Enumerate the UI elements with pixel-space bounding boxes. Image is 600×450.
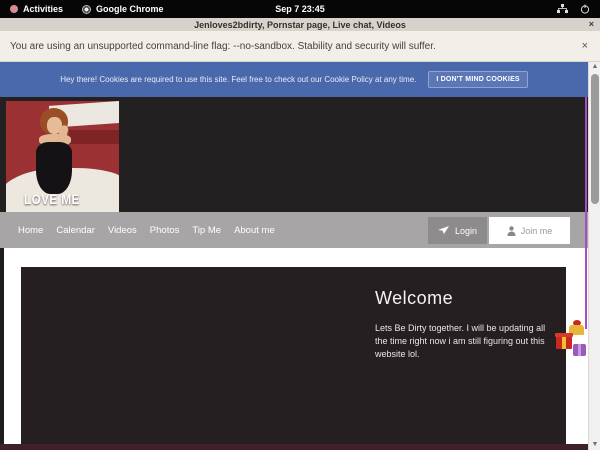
scrollbar-down-icon[interactable]: ▼ [589,440,600,450]
scrollbar-up-icon[interactable]: ▲ [589,62,600,72]
gift-red-icon [556,335,572,349]
welcome-title: Welcome [375,288,453,309]
page-footer-bar [0,444,588,450]
window-title: Jenloves2bdirty, Pornstar page, Live cha… [194,20,406,30]
user-icon [507,226,516,236]
login-arrow-icon [438,226,450,235]
window-title-bar: Jenloves2bdirty, Pornstar page, Live cha… [0,18,600,31]
nav-item-photos[interactable]: Photos [150,225,180,236]
gift-string [585,97,587,329]
join-me-label: Join me [521,226,553,236]
photo-model-corset [36,142,72,194]
nav-items: Home Calendar Videos Photos Tip Me About… [0,225,275,236]
cookie-message: Hey there! Cookies are required to use t… [60,75,416,84]
activities-button[interactable]: Activities [23,4,63,14]
hero-photo: LOVE ME [6,101,119,212]
photo-caption: LOVE ME [24,191,80,207]
nav-item-videos[interactable]: Videos [108,225,137,236]
system-top-bar: Activities Google Chrome Sep 7 23:45 [0,0,600,18]
page-left-edge [0,248,4,450]
login-label: Login [455,226,477,236]
activities-indicator-icon [10,5,18,13]
nav-item-home[interactable]: Home [18,225,43,236]
cookie-accept-button[interactable]: I DON'T MIND COOKIES [428,71,527,88]
scrollbar[interactable]: ▲ ▼ [588,62,600,450]
nav-item-calendar[interactable]: Calendar [56,225,95,236]
active-app-menu[interactable]: Google Chrome [96,4,164,14]
window-close-icon[interactable]: × [589,18,594,31]
power-icon[interactable] [580,4,590,14]
nav-item-tip-me[interactable]: Tip Me [192,225,221,236]
welcome-text: Lets Be Dirty together. I will be updati… [375,322,551,361]
cookie-consent-bar: Hey there! Cookies are required to use t… [0,62,588,97]
login-button[interactable]: Login [428,217,487,244]
gift-purple-icon [573,344,586,356]
warning-close-icon[interactable]: × [582,40,588,52]
warning-message: You are using an unsupported command-lin… [10,41,436,52]
photo-shelf [69,130,119,144]
join-me-button[interactable]: Join me [489,217,570,244]
scrollbar-thumb[interactable] [591,74,599,204]
network-icon[interactable] [557,4,568,14]
chrome-icon [82,5,91,14]
flag-warning-bar: You are using an unsupported command-lin… [0,31,600,62]
nav-item-about-me[interactable]: About me [234,225,275,236]
